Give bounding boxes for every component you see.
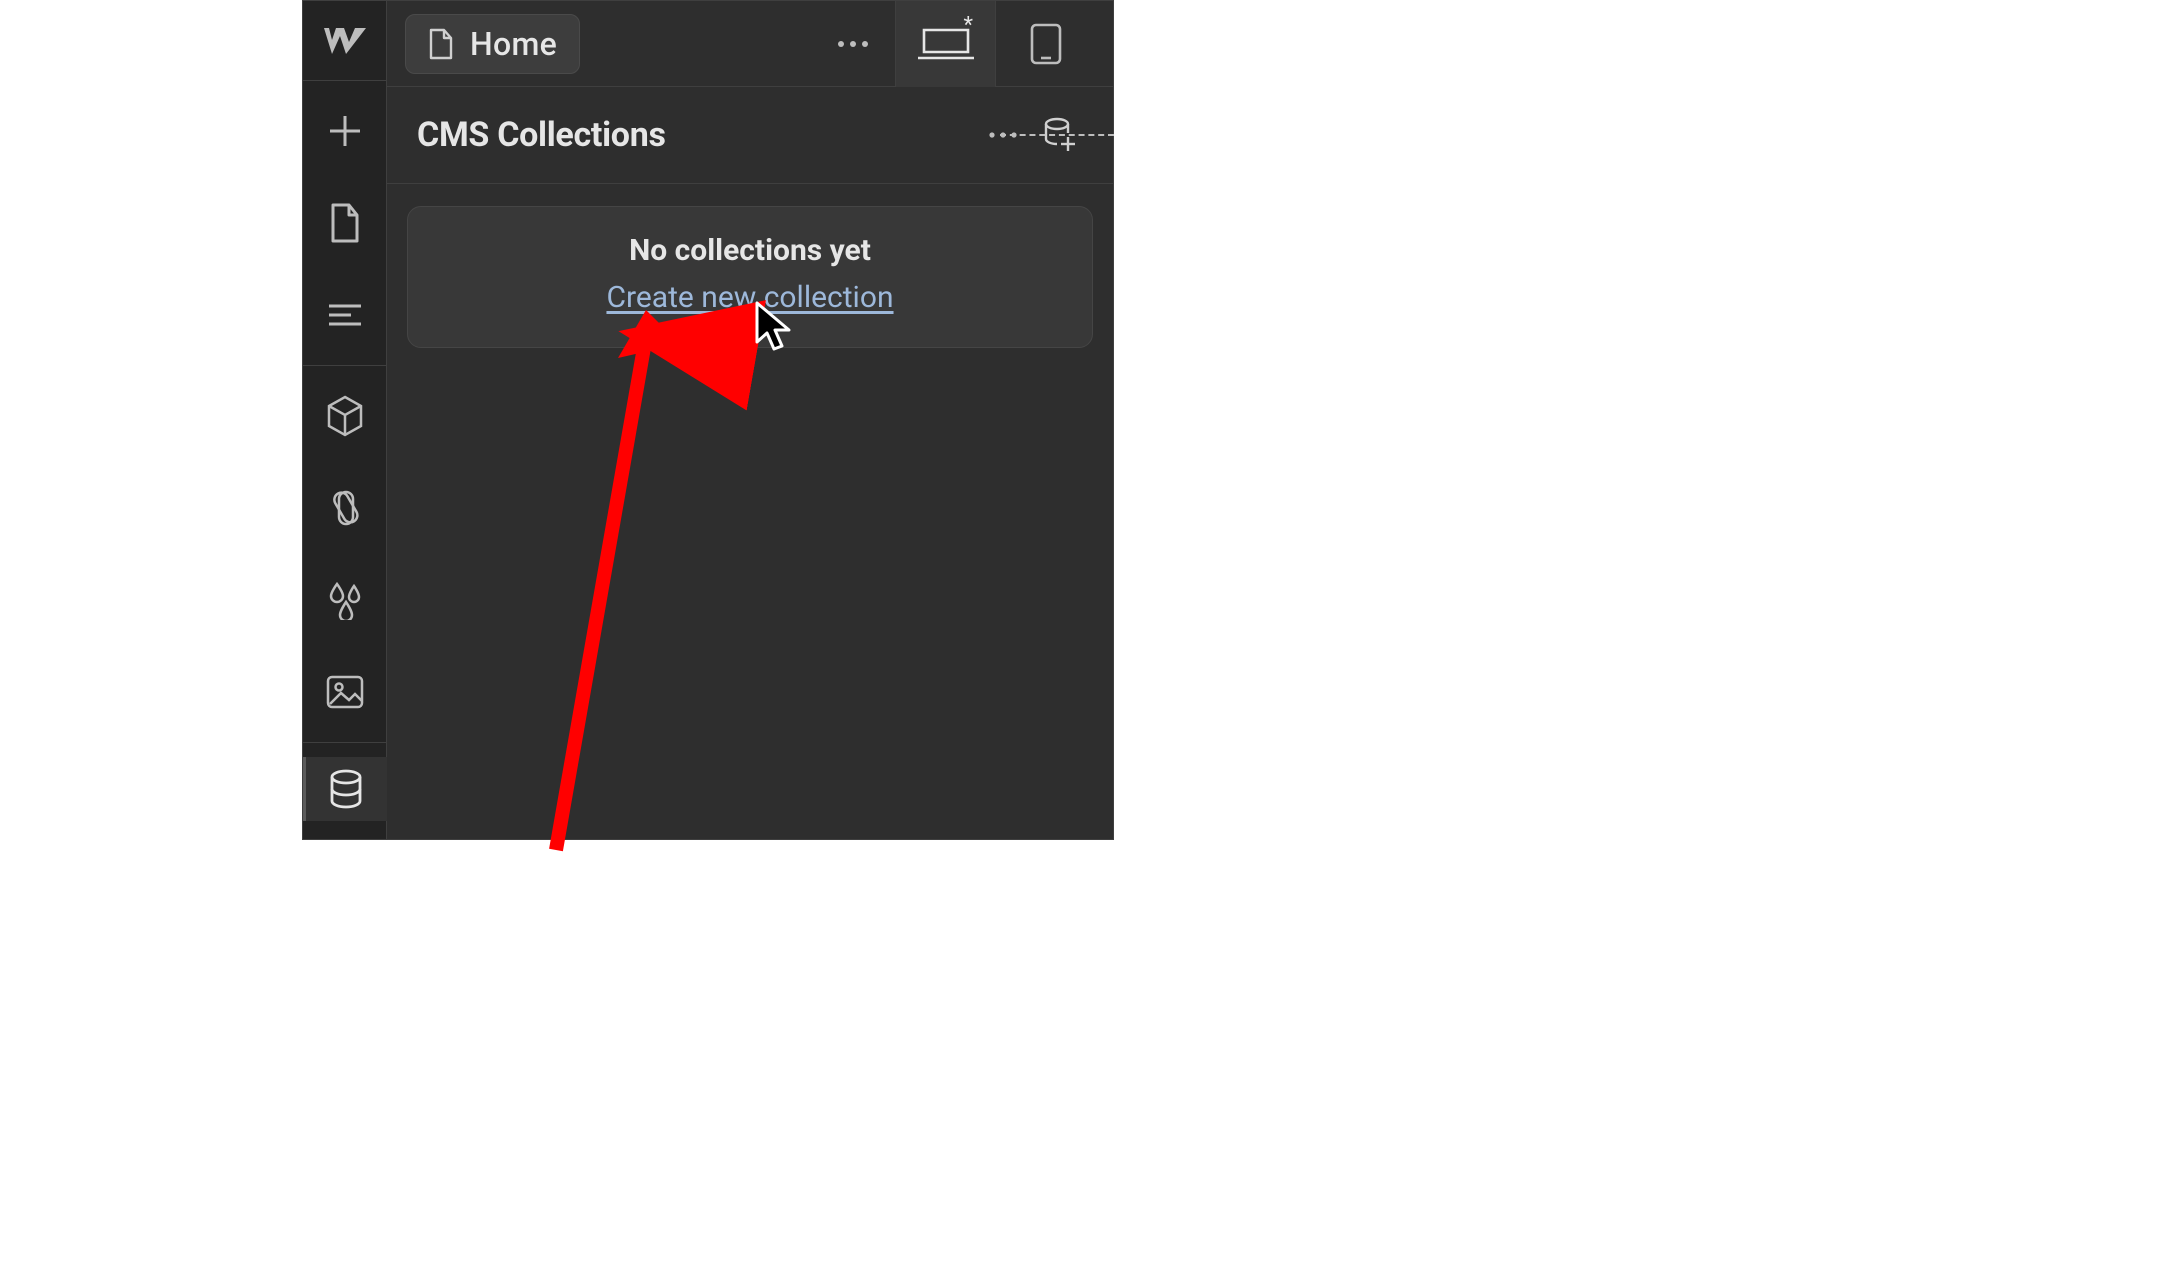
breakpoint-tablet-button[interactable] — [995, 1, 1095, 87]
breakpoint-switcher: * — [895, 1, 1095, 87]
breakpoint-desktop-button[interactable]: * — [895, 1, 995, 87]
swatch-icon — [325, 488, 365, 528]
panel-title: CMS Collections — [417, 115, 666, 155]
left-icon-rail — [303, 1, 387, 839]
canvas-edge — [1000, 134, 1114, 142]
page-icon — [329, 203, 361, 243]
add-element-button[interactable] — [303, 99, 387, 163]
modified-indicator: * — [964, 13, 973, 38]
plus-icon — [326, 112, 364, 150]
panel-body: No collections yet Create new collection — [387, 184, 1113, 839]
current-page-pill[interactable]: Home — [405, 14, 580, 74]
create-collection-link[interactable]: Create new collection — [606, 280, 893, 315]
main-column: Home * — [387, 1, 1113, 839]
current-page-label: Home — [470, 25, 557, 63]
empty-state-card: No collections yet Create new collection — [407, 206, 1093, 348]
logo-cell[interactable] — [303, 1, 386, 81]
rail-section-design — [303, 366, 386, 742]
cms-button[interactable] — [303, 757, 387, 821]
navigator-icon — [327, 302, 363, 328]
droplets-icon — [325, 580, 365, 620]
components-button[interactable] — [303, 384, 387, 448]
variables-button[interactable] — [303, 476, 387, 540]
assets-button[interactable] — [303, 660, 387, 724]
topbar: Home * — [387, 1, 1113, 87]
rail-section-tools — [303, 81, 386, 365]
cube-icon — [325, 394, 365, 438]
tablet-icon — [1029, 22, 1063, 66]
designer-shell: Home * — [302, 0, 1114, 840]
page-icon — [428, 28, 454, 60]
webflow-logo-icon — [322, 26, 368, 56]
image-icon — [325, 674, 365, 710]
more-horizontal-icon — [836, 39, 870, 49]
pages-button[interactable] — [303, 191, 387, 255]
empty-state-title: No collections yet — [629, 233, 871, 268]
page-options-button[interactable] — [823, 14, 883, 74]
rail-section-data — [303, 743, 386, 839]
style-manager-button[interactable] — [303, 568, 387, 632]
navigator-button[interactable] — [303, 283, 387, 347]
database-stack-icon — [327, 768, 365, 810]
